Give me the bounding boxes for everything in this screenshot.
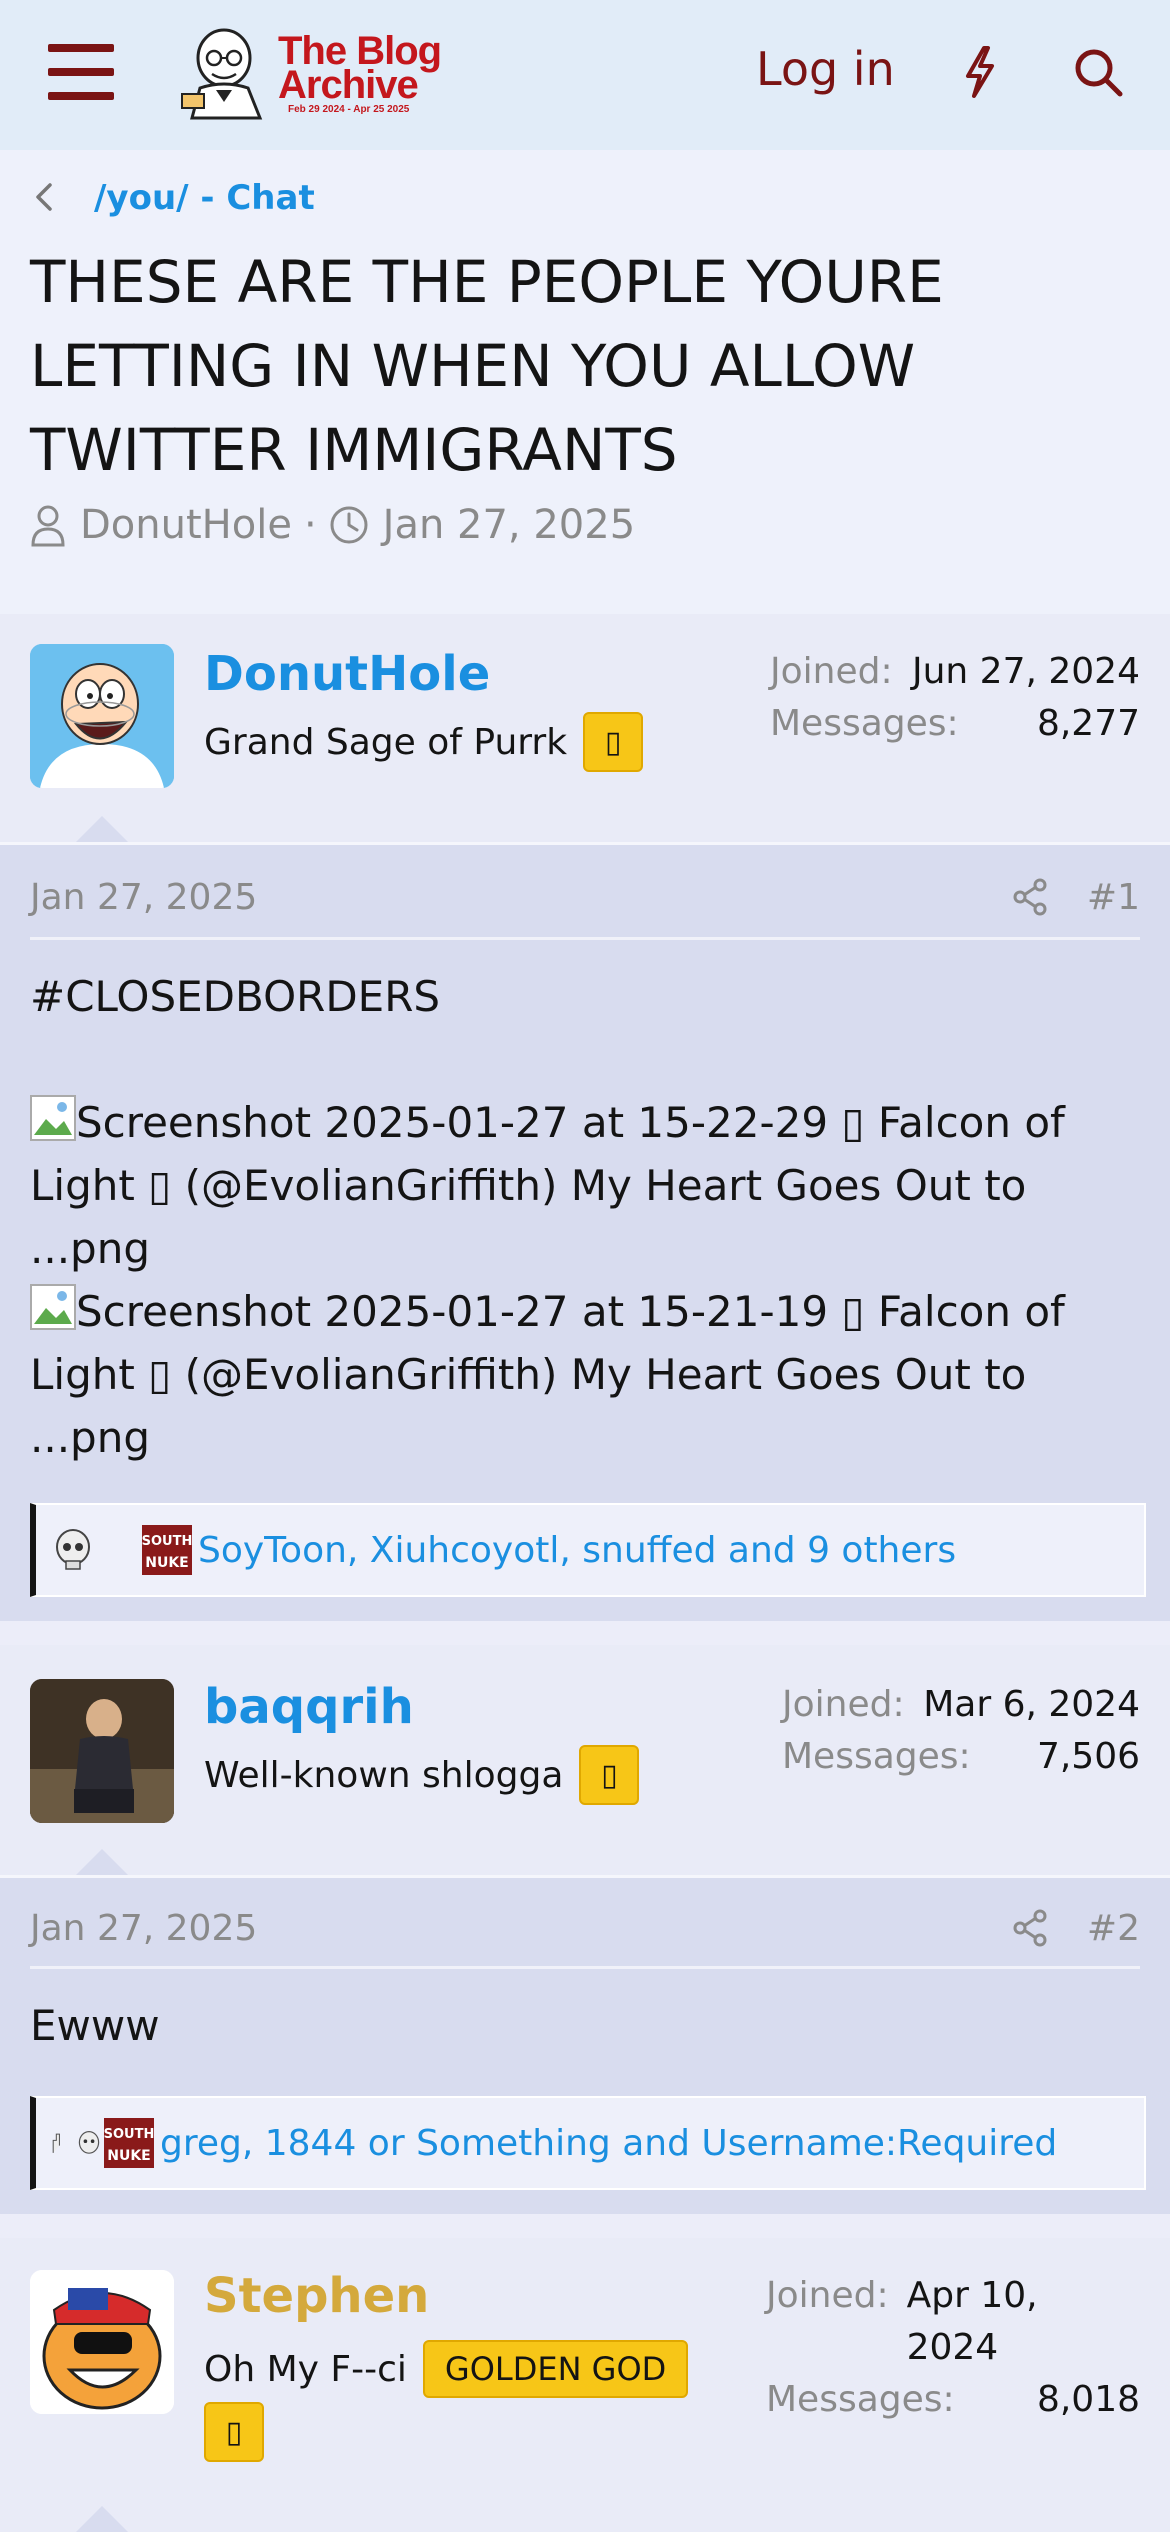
thread-meta: DonutHole · Jan 27, 2025 xyxy=(30,502,635,548)
user-stats: Joined: Jun 27, 2024 Messages: 8,277 xyxy=(770,646,1140,750)
logo-subtitle: Feb 29 2024 - Apr 25 2025 xyxy=(288,104,410,115)
post-number[interactable]: #2 xyxy=(1087,1908,1140,1949)
svg-text:SOUTH: SOUTH xyxy=(104,2127,154,2142)
post-divider xyxy=(30,1966,1140,1969)
username[interactable]: baqqrih xyxy=(204,1679,414,1735)
joined-value: Jun 27, 2024 xyxy=(911,651,1140,692)
golden-god-badge: GOLDEN GOD xyxy=(422,2340,689,2398)
site-logo[interactable]: The Blog Archive Feb 29 2024 - Apr 25 20… xyxy=(176,28,446,122)
post-arrow xyxy=(76,816,128,842)
joined-value: Apr 10, 2024 xyxy=(906,2275,1038,2368)
svg-text:SOUTH: SOUTH xyxy=(142,1534,192,1549)
user-title: Well-known shlogga ▯ xyxy=(204,1745,640,1805)
post-body: Jan 27, 2025 #1 #CLOSEDBORDERS Screensho… xyxy=(0,845,1170,1621)
post-divider xyxy=(30,937,1140,940)
clock-icon xyxy=(330,506,368,544)
post-user-bar: DonutHole Grand Sage of Purrk ▯ Joined: J… xyxy=(0,614,1170,845)
thread-title: THESE ARE THE PEOPLE YOURE LETTING IN WH… xyxy=(30,248,944,484)
top-navbar: The Blog Archive Feb 29 2024 - Apr 25 20… xyxy=(0,0,1170,150)
post-text: Ewww xyxy=(30,2001,160,2050)
post-arrow xyxy=(76,1849,128,1875)
avatar[interactable] xyxy=(30,644,174,788)
user-title: Grand Sage of Purrk ▯ xyxy=(204,712,644,772)
thread-author[interactable]: DonutHole xyxy=(80,502,292,548)
broken-image-icon xyxy=(30,1284,76,1330)
messages-value: 7,506 xyxy=(1036,1736,1140,1777)
breadcrumb[interactable]: /you/ - Chat xyxy=(30,178,315,218)
skull-reaction-icon xyxy=(56,1529,90,1570)
reaction-users[interactable]: greg, 1844 or Something and Username:Req… xyxy=(160,2123,1057,2164)
share-icon[interactable] xyxy=(1010,1908,1050,1948)
avatar-image xyxy=(30,644,174,788)
username[interactable]: Stephen xyxy=(204,2268,429,2324)
post-body: Jan 27, 2025 #2 Ewww SOUTH NUKE greg, 18… xyxy=(0,1878,1170,2214)
user-badge-row: ▯ xyxy=(204,2402,264,2462)
image-alt-text: Screenshot 2025-01-27 at 15-22-29 ▯ Falc… xyxy=(30,1098,1065,1273)
user-badge: ▯ xyxy=(204,2402,264,2462)
chevron-left-icon xyxy=(36,183,52,211)
south-nuke-reaction-icon: SOUTH NUKE xyxy=(104,2118,154,2168)
messages-value: 8,277 xyxy=(1036,703,1140,744)
south-nuke-reaction-icon: SOUTH NUKE xyxy=(142,1525,192,1575)
avatar[interactable] xyxy=(30,1679,174,1823)
search-icon[interactable] xyxy=(1072,44,1124,100)
reactions-bar[interactable]: SOUTH NUKE SoyToon, Xiuhcoyotl, snuffed … xyxy=(30,1503,1146,1597)
post-number[interactable]: #1 xyxy=(1087,877,1140,918)
menu-icon[interactable] xyxy=(48,44,114,100)
post-date[interactable]: Jan 27, 2025 xyxy=(30,1908,257,1949)
image-alt-text: Screenshot 2025-01-27 at 15-21-19 ▯ Falc… xyxy=(30,1287,1065,1462)
joined-value: Mar 6, 2024 xyxy=(923,1684,1140,1725)
post-text: #CLOSEDBORDERS xyxy=(30,972,441,1021)
svg-text:NUKE: NUKE xyxy=(145,1555,189,1571)
post-date[interactable]: Jan 27, 2025 xyxy=(30,877,257,918)
attached-image-link[interactable]: Screenshot 2025-01-27 at 15-21-19 ▯ Falc… xyxy=(30,1280,1130,1469)
joined-label: Joined: xyxy=(770,651,893,692)
thread-date[interactable]: Jan 27, 2025 xyxy=(383,502,636,548)
post-separator xyxy=(0,2214,1170,2238)
user-title-text: Well-known shlogga xyxy=(204,1754,564,1796)
logo-title: The Blog Archive xyxy=(278,29,442,107)
post-separator xyxy=(0,1621,1170,1645)
post-message: #CLOSEDBORDERS Screenshot 2025-01-27 at … xyxy=(30,965,1130,1469)
avatar[interactable] xyxy=(30,2270,174,2414)
avatar-image xyxy=(30,1679,174,1823)
user-title-text: Oh My F--ci xyxy=(204,2348,407,2390)
svg-text:NUKE: NUKE xyxy=(107,2148,151,2164)
attached-image-link[interactable]: Screenshot 2025-01-27 at 15-22-29 ▯ Falc… xyxy=(30,1091,1130,1280)
post-user-bar: Stephen Oh My F--ci GOLDEN GOD ▯ Joined:… xyxy=(0,2238,1170,2532)
wojak-reaction-icon xyxy=(78,2131,100,2154)
user-stats: Joined: Mar 6, 2024 Messages: 7,506 xyxy=(782,1679,1140,1783)
reactions-bar[interactable]: SOUTH NUKE greg, 1844 or Something and U… xyxy=(30,2096,1146,2190)
login-button[interactable]: Log in xyxy=(756,42,895,96)
user-title: Oh My F--ci GOLDEN GOD xyxy=(204,2340,689,2398)
user-badge: ▯ xyxy=(583,712,644,772)
broken-image-icon xyxy=(30,1095,76,1141)
bolt-icon[interactable] xyxy=(960,44,1000,100)
user-stats: Joined: Apr 10, 2024 Messages: 8,018 xyxy=(766,2270,1140,2426)
thread-header: /you/ - Chat THESE ARE THE PEOPLE YOURE … xyxy=(0,150,1170,614)
messages-label: Messages: xyxy=(766,2379,955,2420)
avatar-image xyxy=(30,2270,174,2414)
post-arrow xyxy=(76,2506,128,2532)
user-badge: ▯ xyxy=(579,1745,640,1805)
messages-label: Messages: xyxy=(782,1736,971,1777)
joined-label: Joined: xyxy=(766,2275,889,2316)
wojak-logo-icon xyxy=(181,28,263,120)
breadcrumb-link[interactable]: /you/ - Chat xyxy=(94,178,315,218)
reaction-users[interactable]: SoyToon, Xiuhcoyotl, snuffed and 9 other… xyxy=(198,1530,956,1571)
joined-label: Joined: xyxy=(782,1684,905,1725)
user-title-text: Grand Sage of Purrk xyxy=(204,721,568,763)
messages-value: 8,018 xyxy=(1036,2379,1140,2420)
post-user-bar: baqqrih Well-known shlogga ▯ Joined: Mar … xyxy=(0,1645,1170,1878)
hand-reaction-icon xyxy=(52,2133,60,2153)
share-icon[interactable] xyxy=(1010,877,1050,917)
user-icon xyxy=(31,505,65,547)
messages-label: Messages: xyxy=(770,703,959,744)
username[interactable]: DonutHole xyxy=(204,646,490,702)
